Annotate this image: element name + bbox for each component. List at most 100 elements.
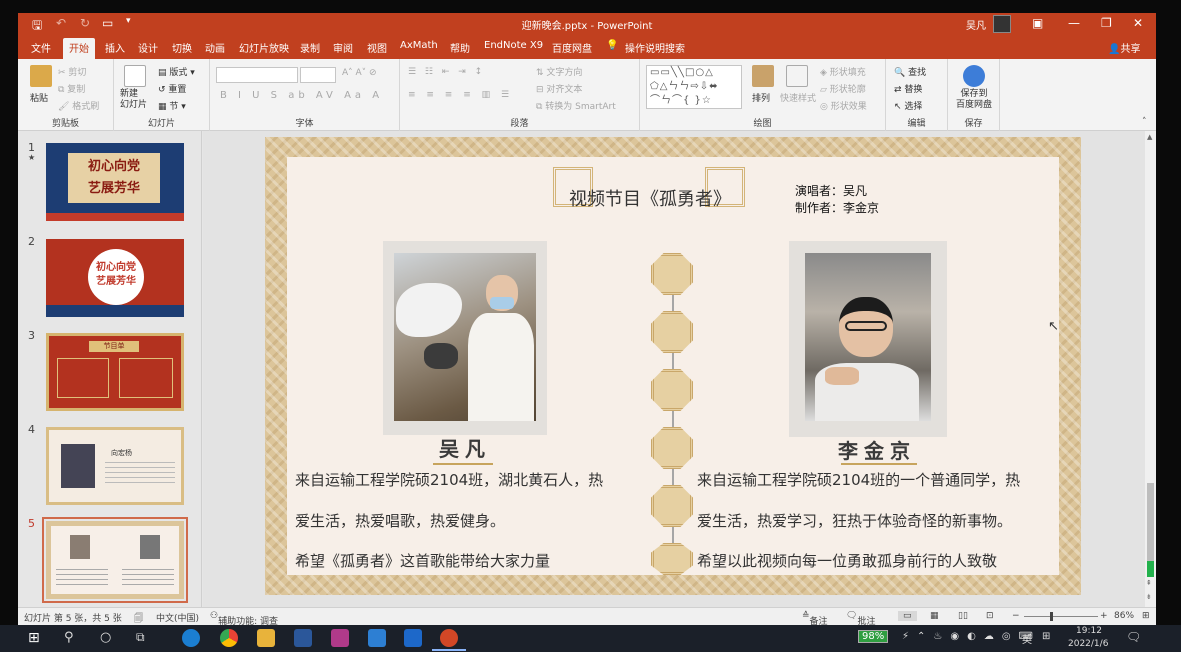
baidu-cloud-icon[interactable] <box>963 65 985 87</box>
font-name-select[interactable] <box>216 67 298 83</box>
singer-credit[interactable]: 演唱者：吴凡 <box>795 183 867 199</box>
wufan-intro-line-1[interactable]: 来自运输工程学院硕2104班，湖北黄石人，热 <box>295 469 603 490</box>
cut-button[interactable]: ✂ 剪切 <box>58 65 86 78</box>
normal-view-icon[interactable]: ▭ <box>898 611 917 621</box>
slide-editor-canvas[interactable]: 视频节目《孤勇者》 演唱者：吴凡 制作者：李金京 吴凡 李金京 来自运输工程学院… <box>203 131 1145 607</box>
tab-view[interactable]: 视图 <box>367 40 387 55</box>
arrange-icon[interactable] <box>752 65 774 87</box>
smartart-button[interactable]: ⧉ 转换为 SmartArt <box>536 99 616 112</box>
save-baidu-button[interactable]: 保存到 百度网盘 <box>956 89 992 111</box>
tab-design[interactable]: 设计 <box>138 40 158 55</box>
word-icon[interactable] <box>294 629 312 647</box>
search-icon[interactable]: ⚲ <box>64 630 74 645</box>
slide-thumbnail-3[interactable]: 节目单 <box>46 333 184 411</box>
reset-button[interactable]: ↺ 重置 <box>158 82 186 95</box>
tab-endnote[interactable]: EndNote X9 <box>484 40 543 51</box>
photo-lijinjing[interactable] <box>805 253 931 421</box>
zoom-slider[interactable] <box>1024 616 1098 617</box>
app-icon[interactable] <box>331 629 349 647</box>
sorter-view-icon[interactable]: ▦ <box>930 611 939 621</box>
copy-button[interactable]: ⧉ 复制 <box>58 82 85 95</box>
ribbon-display-icon[interactable]: ▣ <box>1032 16 1043 30</box>
reading-view-icon[interactable]: ▯▯ <box>958 611 968 621</box>
tab-animations[interactable]: 动画 <box>205 40 225 55</box>
lijinjing-intro-line-1[interactable]: 来自运输工程学院硕2104班的一个普通同学，热 <box>697 469 1059 490</box>
close-icon[interactable]: ✕ <box>1133 16 1143 30</box>
powerpoint-icon[interactable] <box>440 629 458 647</box>
slide-thumbnail-2[interactable]: 初心向党 艺展芳华 <box>46 239 184 317</box>
tab-transitions[interactable]: 切换 <box>172 40 192 55</box>
tell-me-search[interactable]: 操作说明搜索 <box>625 40 685 55</box>
proofing-icon[interactable]: 🗐 <box>134 611 143 625</box>
shape-fill-button[interactable]: ◈ 形状填充 <box>820 65 866 78</box>
slide-thumbnail-1[interactable]: 初心向党 艺展芳华 <box>46 143 184 221</box>
wufan-intro-line-2[interactable]: 爱生活，热爱唱歌，热爱健身。 <box>295 510 505 531</box>
edge-icon[interactable] <box>182 629 200 647</box>
tab-record[interactable]: 录制 <box>300 40 320 55</box>
ime-indicator[interactable]: 英 <box>1022 631 1032 646</box>
zoom-level[interactable]: 86% <box>1114 611 1134 621</box>
paste-button[interactable]: 粘贴 <box>30 91 48 104</box>
next-slide-icon[interactable]: ⇟ <box>1146 593 1152 601</box>
clock-time[interactable]: 19:12 <box>1076 626 1102 636</box>
find-button[interactable]: 🔍 查找 <box>894 65 926 78</box>
minimize-icon[interactable]: — <box>1068 16 1080 30</box>
lijinjing-wish-line[interactable]: 希望以此视频向每一位勇敢孤身前行的人致敬 <box>697 550 997 571</box>
new-slide-icon[interactable] <box>124 65 146 87</box>
arrange-button[interactable]: 排列 <box>752 91 770 104</box>
scroll-thumb[interactable] <box>1147 483 1154 571</box>
quick-styles-icon[interactable] <box>786 65 808 87</box>
share-button[interactable]: 👤共享 <box>1108 40 1140 55</box>
shapes-gallery[interactable]: ▭▭╲╲□○△ ⬠△ㄣㄣ⇨⇩⬌ ⌒ㄣ⌒{ }☆ <box>646 65 742 109</box>
slide-5[interactable]: 视频节目《孤勇者》 演唱者：吴凡 制作者：李金京 吴凡 李金京 来自运输工程学院… <box>265 137 1081 595</box>
producer-credit[interactable]: 制作者：李金京 <box>795 200 879 216</box>
tab-home[interactable]: 开始 <box>63 38 95 59</box>
tab-review[interactable]: 审阅 <box>333 40 353 55</box>
notes-button[interactable]: ≙ 备注 <box>802 611 828 625</box>
section-button[interactable]: ▦ 节 ▾ <box>158 99 186 112</box>
align-text-button[interactable]: ⊟ 对齐文本 <box>536 82 582 95</box>
collapse-ribbon-icon[interactable]: ˄ <box>1142 117 1147 127</box>
shape-outline-button[interactable]: ▱ 形状轮廓 <box>820 82 866 95</box>
ime-mode-icon[interactable]: ⊞ <box>1042 631 1050 642</box>
chrome-icon[interactable] <box>220 629 238 647</box>
avatar[interactable] <box>993 15 1011 33</box>
slide-thumbnail-5[interactable] <box>42 517 188 603</box>
zoom-slider-thumb[interactable] <box>1050 612 1053 621</box>
shape-effects-button[interactable]: ◎ 形状效果 <box>820 99 867 112</box>
wufan-wish-line[interactable]: 希望《孤勇者》这首歌能带给大家力量 <box>295 550 550 571</box>
new-slide-button[interactable]: 新建 幻灯片 <box>120 89 147 111</box>
file-explorer-icon[interactable] <box>257 629 275 647</box>
lijinjing-intro-line-2[interactable]: 爱生活，热爱学习，狂热于体验奇怪的新事物。 <box>697 510 1012 531</box>
align-buttons[interactable]: ≡ ≡ ≡ ≡ ▥ ☰ <box>408 90 513 100</box>
user-name[interactable]: 吴凡 <box>966 17 986 32</box>
program-title[interactable]: 视频节目《孤勇者》 <box>569 185 731 211</box>
list-buttons[interactable]: ☰ ☷ ⇤ ⇥ ↕ <box>408 67 485 77</box>
prev-slide-icon[interactable]: ⇞ <box>1146 579 1152 587</box>
slideshow-view-icon[interactable]: ⊡ <box>986 611 994 621</box>
layout-button[interactable]: ▤ 版式 ▾ <box>158 65 195 78</box>
notification-icon[interactable]: 🗨 <box>1126 630 1141 644</box>
text-direction-button[interactable]: ⇅ 文字方向 <box>536 65 582 78</box>
cortana-icon[interactable]: ○ <box>100 630 111 645</box>
vertical-scrollbar[interactable]: ▲ ⇞ ⇟ <box>1145 131 1156 607</box>
clock-date[interactable]: 2022/1/6 <box>1068 639 1108 649</box>
tab-file[interactable]: 文件 <box>31 40 51 55</box>
font-style-buttons[interactable]: B I U S ab AV Aa A <box>220 90 383 101</box>
scroll-up-icon[interactable]: ▲ <box>1147 133 1152 141</box>
tab-baidu[interactable]: 百度网盘 <box>552 40 592 55</box>
tab-slideshow[interactable]: 幻灯片放映 <box>239 40 289 55</box>
player-icon[interactable] <box>404 629 422 647</box>
task-view-icon[interactable]: ⧉ <box>136 630 145 645</box>
tray-icons[interactable]: ⚡⌃♨◉◐☁◎⌨ <box>902 631 1041 642</box>
font-grow-shrink-icons[interactable]: A˄ A˅ ⊘ <box>342 68 377 78</box>
comments-button[interactable]: 🗨 批注 <box>846 611 875 625</box>
accessibility-status[interactable]: ⚇ 辅助功能: 调查 <box>210 611 278 625</box>
paste-icon[interactable] <box>30 65 52 87</box>
slide-thumbnail-4[interactable]: 向宏杨 <box>46 427 184 505</box>
photo-wufan[interactable] <box>394 253 536 421</box>
fit-to-window-icon[interactable]: ⊞ <box>1142 611 1150 621</box>
language-status[interactable]: 中文(中国) <box>156 611 199 624</box>
format-painter-button[interactable]: 🖌 格式刷 <box>58 99 99 112</box>
app-icon[interactable] <box>368 629 386 647</box>
